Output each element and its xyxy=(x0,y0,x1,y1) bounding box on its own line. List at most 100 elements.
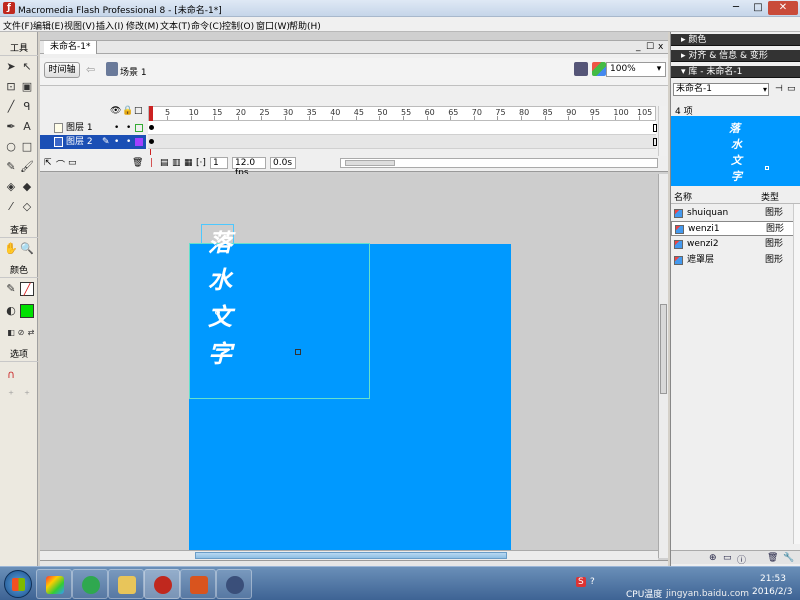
swap-colors-icon[interactable]: ⇄ xyxy=(24,326,38,340)
menu-control[interactable]: 控制(O) xyxy=(222,19,254,32)
back-arrow-icon[interactable]: ⇦ xyxy=(86,63,95,76)
selection-tool-icon[interactable]: ➤ xyxy=(4,60,18,74)
center-frame-icon[interactable]: | xyxy=(150,158,153,168)
outline-color-swatch[interactable] xyxy=(135,124,143,132)
delete-layer-icon[interactable]: 🗑 xyxy=(132,158,143,168)
text-tool-icon[interactable]: A xyxy=(20,120,34,134)
brush-tool-icon[interactable]: 🖌 xyxy=(20,160,34,174)
stage-hscrollbar[interactable] xyxy=(40,550,658,560)
transform-point[interactable] xyxy=(215,310,220,315)
zoom-tool-icon[interactable]: 🔍 xyxy=(20,242,34,256)
playhead[interactable] xyxy=(149,106,153,121)
stage-vscrollbar[interactable] xyxy=(658,174,668,558)
add-guide-icon[interactable]: ⌒ xyxy=(56,158,65,171)
scroll-thumb[interactable] xyxy=(195,552,507,559)
pin-icon[interactable]: ⊣ xyxy=(775,84,783,94)
lasso-tool-icon[interactable]: ᑫ xyxy=(20,100,34,114)
pen-tool-icon[interactable]: ✒ xyxy=(4,120,18,134)
library-panel-title[interactable]: ▾ 库 - 未命名-1 xyxy=(671,66,800,78)
add-folder-icon[interactable]: ▭ xyxy=(68,158,77,168)
library-item[interactable]: wenzi2 图形 xyxy=(671,237,795,252)
new-folder-icon[interactable]: ▭ xyxy=(723,553,732,563)
scene-label[interactable]: 场景 1 xyxy=(120,65,147,78)
fill-color-icon[interactable]: ◐ xyxy=(4,304,18,318)
lock-icon[interactable]: 🔒 xyxy=(122,106,133,116)
help-icon[interactable]: ? xyxy=(590,577,595,587)
col-type[interactable]: 类型 xyxy=(761,192,779,204)
frame-rate-field[interactable]: 12.0 fps xyxy=(232,157,266,178)
library-item[interactable]: shuiquan 图形 xyxy=(671,206,795,221)
layer-frames[interactable] xyxy=(148,135,657,149)
doc-close-button[interactable]: x xyxy=(658,42,663,52)
library-item[interactable]: 遮罩层 图形 xyxy=(671,253,795,268)
hand-tool-icon[interactable]: ✋ xyxy=(4,242,18,256)
minimize-button[interactable]: ─ xyxy=(726,1,746,15)
end-frame[interactable] xyxy=(653,138,657,146)
layer-frames[interactable] xyxy=(148,121,657,135)
taskbar-app[interactable] xyxy=(108,569,144,599)
clock-time[interactable]: 21:53 xyxy=(760,574,786,584)
snap-magnet-icon[interactable]: ∩ xyxy=(4,368,18,382)
close-button[interactable]: ✕ xyxy=(768,1,798,15)
taskbar-app[interactable] xyxy=(36,569,72,599)
edit-scene-icon[interactable] xyxy=(592,62,606,76)
menu-edit[interactable]: 编辑(E) xyxy=(33,19,64,32)
calligraphy-text[interactable]: 落 水 文 字 xyxy=(203,224,237,372)
pencil-tool-icon[interactable]: ✎ xyxy=(4,160,18,174)
menu-modify[interactable]: 修改(M) xyxy=(126,19,159,32)
edit-symbols-icon[interactable] xyxy=(574,62,588,76)
add-layer-icon[interactable]: ⇱ xyxy=(44,158,52,168)
timeline-vscrollbar[interactable] xyxy=(658,106,667,156)
new-library-icon[interactable]: ▭ xyxy=(787,84,796,94)
free-transform-tool-icon[interactable]: ⊡ xyxy=(4,80,18,94)
registration-point[interactable] xyxy=(295,349,301,355)
rectangle-tool-icon[interactable]: □ xyxy=(20,140,34,154)
outline-icon[interactable]: □ xyxy=(134,106,143,116)
end-frame[interactable] xyxy=(653,124,657,132)
clock-date[interactable]: 2016/2/3 xyxy=(752,587,792,597)
menu-view[interactable]: 视图(V) xyxy=(64,19,95,32)
taskbar-app[interactable] xyxy=(216,569,252,599)
onion-outline-icon[interactable]: ▥ xyxy=(172,158,181,168)
library-document-select[interactable]: 未命名-1 ▾ xyxy=(673,83,769,96)
keyframe[interactable] xyxy=(149,139,154,144)
taskbar-app-active[interactable] xyxy=(144,569,180,599)
paint-bucket-tool-icon[interactable]: ◆ xyxy=(20,180,34,194)
start-button[interactable] xyxy=(4,570,32,598)
onion-skin-icon[interactable]: ▤ xyxy=(160,158,169,168)
doc-minimize-button[interactable]: _ xyxy=(636,42,641,52)
ime-icon[interactable]: S xyxy=(576,577,586,587)
library-item[interactable]: wenzi1 图形 xyxy=(671,221,795,236)
align-panel-title[interactable]: ▸ 对齐 & 信息 & 变形 xyxy=(671,50,800,62)
wrench-icon[interactable]: 🔧 xyxy=(783,553,794,563)
menu-text[interactable]: 文本(T) xyxy=(160,19,191,32)
onion-markers-icon[interactable]: [·] xyxy=(196,158,206,168)
properties-icon[interactable]: ⓘ xyxy=(737,553,746,566)
stroke-color-icon[interactable]: ✎ xyxy=(4,282,18,296)
stroke-swatch[interactable]: ╱ xyxy=(20,282,34,296)
layer-row-selected[interactable]: 图层 2 ✎ • • xyxy=(40,135,146,149)
frame-ruler[interactable]: 5 10 15 20 25 30 35 40 45 50 55 60 65 70 75 80 85 90 95 100… xyxy=(148,106,656,121)
visibility-dot[interactable]: • xyxy=(114,135,119,149)
ink-bottle-tool-icon[interactable]: ◈ xyxy=(4,180,18,194)
maximize-button[interactable]: □ xyxy=(748,1,768,15)
lock-dot[interactable]: • xyxy=(126,121,131,135)
colors-panel-title[interactable]: ▸ 颜色 xyxy=(671,34,800,46)
zoom-select[interactable]: 100% ▾ xyxy=(606,62,666,77)
delete-icon[interactable]: 🗑 xyxy=(767,553,778,563)
timeline-toggle-button[interactable]: 时间轴 xyxy=(44,62,80,78)
taskbar-app[interactable] xyxy=(72,569,108,599)
col-name[interactable]: 名称 xyxy=(674,192,692,204)
oval-tool-icon[interactable]: ○ xyxy=(4,140,18,154)
outline-color-swatch[interactable] xyxy=(135,138,143,146)
eraser-tool-icon[interactable]: ◇ xyxy=(20,200,34,214)
new-symbol-icon[interactable]: ⊕ xyxy=(709,553,717,563)
visibility-dot[interactable]: • xyxy=(114,121,119,135)
chevron-down-icon[interactable]: ▾ xyxy=(763,84,767,95)
layer-row[interactable]: 图层 1 • • xyxy=(40,121,146,135)
keyframe[interactable] xyxy=(149,125,154,130)
chevron-down-icon[interactable]: ▾ xyxy=(654,63,664,76)
scroll-thumb[interactable] xyxy=(345,160,395,166)
menu-file[interactable]: 文件(F) xyxy=(3,19,33,32)
subselection-tool-icon[interactable]: ↖ xyxy=(20,60,34,74)
